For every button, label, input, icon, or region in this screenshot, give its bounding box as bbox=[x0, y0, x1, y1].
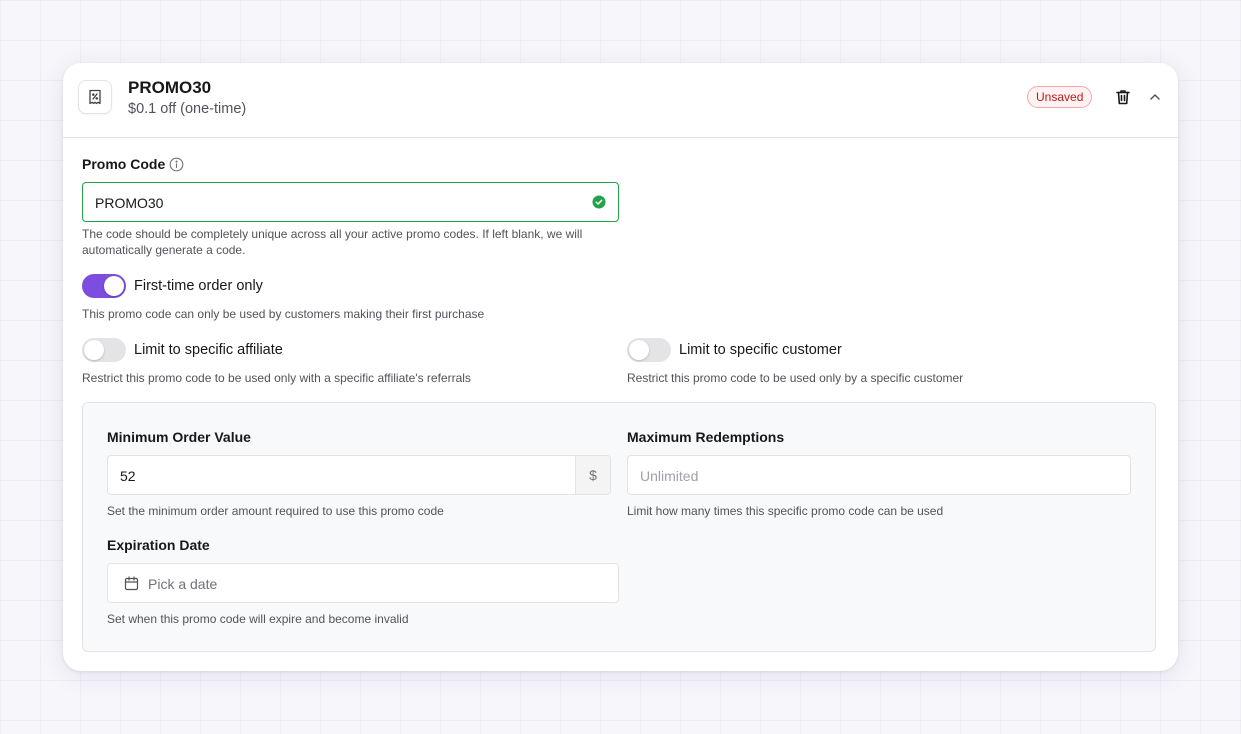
promo-code-help: The code should be completely unique acr… bbox=[82, 227, 583, 257]
expiration-placeholder: Pick a date bbox=[148, 576, 218, 592]
min-order-help: Set the minimum order amount required to… bbox=[107, 504, 444, 518]
promo-card: PROMO30 $0.1 off (one-time) Unsaved Prom… bbox=[63, 63, 1178, 671]
toggle-knob bbox=[84, 340, 104, 360]
promo-code-label: Promo Code bbox=[82, 156, 166, 172]
first-time-toggle[interactable] bbox=[82, 274, 126, 298]
status-badge: Unsaved bbox=[1027, 86, 1093, 108]
expiration-date-picker[interactable]: Pick a date bbox=[107, 563, 619, 603]
calendar-icon bbox=[124, 576, 139, 591]
limits-panel: Minimum Order Value 52 $ Set the minimum… bbox=[82, 402, 1156, 652]
check-circle-icon bbox=[592, 195, 606, 209]
expiration-label: Expiration Date bbox=[107, 537, 210, 553]
max-redemptions-placeholder: Unlimited bbox=[640, 468, 699, 484]
promo-code-input[interactable]: PROMO30 bbox=[82, 182, 619, 222]
customer-help: Restrict this promo code to be used only… bbox=[627, 371, 964, 385]
first-time-label: First-time order only bbox=[134, 278, 263, 294]
max-redemptions-label: Maximum Redemptions bbox=[627, 429, 785, 445]
chevron-up-icon[interactable] bbox=[1147, 89, 1163, 105]
min-order-label: Minimum Order Value bbox=[107, 429, 251, 445]
affiliate-toggle[interactable] bbox=[82, 338, 126, 362]
trash-icon[interactable] bbox=[1114, 88, 1132, 106]
toggle-knob bbox=[629, 340, 649, 360]
affiliate-help: Restrict this promo code to be used only… bbox=[82, 371, 471, 385]
min-order-input[interactable]: 52 $ bbox=[107, 455, 611, 495]
expiration-help: Set when this promo code will expire and… bbox=[107, 612, 409, 626]
currency-suffix: $ bbox=[575, 456, 610, 494]
max-redemptions-input[interactable]: Unlimited bbox=[627, 455, 1131, 495]
customer-label: Limit to specific customer bbox=[679, 342, 842, 358]
max-redemptions-help: Limit how many times this specific promo… bbox=[627, 504, 944, 518]
promo-code-value: PROMO30 bbox=[95, 195, 164, 211]
first-time-help: This promo code can only be used by cust… bbox=[82, 307, 485, 321]
customer-toggle[interactable] bbox=[627, 338, 671, 362]
promo-card-header[interactable]: PROMO30 $0.1 off (one-time) Unsaved bbox=[63, 63, 1178, 138]
min-order-value: 52 bbox=[120, 468, 136, 484]
info-icon[interactable] bbox=[169, 157, 184, 172]
affiliate-label: Limit to specific affiliate bbox=[134, 342, 283, 358]
promo-summary: $0.1 off (one-time) bbox=[128, 101, 247, 117]
promo-title: PROMO30 bbox=[128, 78, 212, 97]
receipt-icon bbox=[78, 80, 112, 114]
toggle-knob bbox=[104, 276, 124, 296]
